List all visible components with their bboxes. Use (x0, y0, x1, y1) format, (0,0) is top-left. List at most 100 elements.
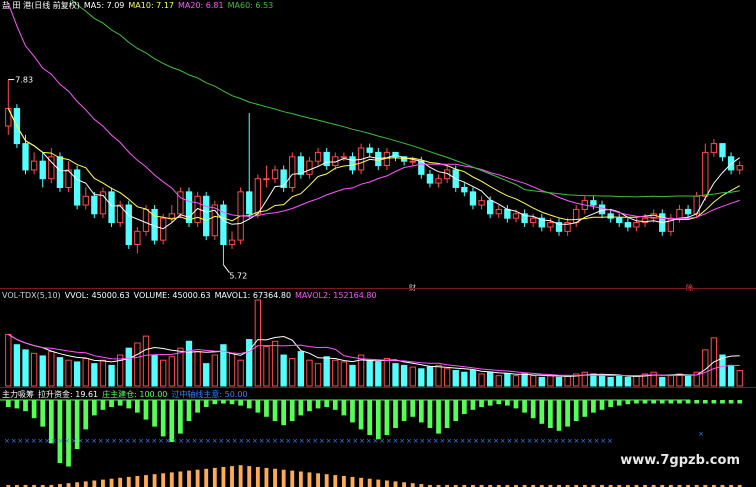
volume-bar (194, 351, 201, 387)
marker-cross: × (292, 437, 298, 445)
marker-cross: × (312, 437, 318, 445)
marker-cross: × (466, 437, 472, 445)
candle-body (547, 222, 554, 228)
candle-body (263, 178, 270, 181)
volume-bar (469, 370, 477, 387)
ma60-value: MA60: 6.53 (227, 1, 274, 10)
volume-bar (30, 352, 38, 387)
stock-chart-window[interactable]: 7.835.72财除××××××××××××××××××××××××××××××… (0, 0, 756, 487)
ma10-line (7, 108, 740, 222)
candle-body (185, 191, 193, 224)
marker-cross: × (185, 437, 191, 445)
volume-bar (366, 359, 373, 387)
candle-body (340, 156, 348, 159)
marker-cross: × (198, 437, 204, 445)
ma20-value: MA20: 6.81 (178, 1, 224, 10)
candle-body (30, 160, 38, 171)
volume-bar (478, 373, 485, 387)
volume-bar (392, 363, 399, 387)
marker-cross: × (553, 437, 559, 445)
volume-bar (624, 376, 632, 387)
marker-cross: × (352, 437, 358, 445)
marker-cross: × (192, 437, 198, 445)
marker-cross: × (326, 437, 332, 445)
volume-bar (56, 357, 64, 387)
marker-cross: × (125, 437, 131, 445)
volume-bar (280, 354, 287, 387)
volume-bar (547, 375, 554, 387)
marker-cross: × (252, 437, 258, 445)
candle-body (73, 169, 81, 206)
marker-cross: × (151, 437, 157, 445)
volume-bar (435, 364, 442, 387)
volume-bar (581, 371, 588, 387)
volume-bar (22, 349, 29, 387)
volume-bar (443, 368, 451, 387)
marker-cross: × (299, 437, 305, 445)
volume-bar (736, 370, 743, 387)
volume-bar (633, 375, 640, 387)
vol-indicator-name: VOL-TDX(5,10) (2, 291, 61, 300)
chart-canvas[interactable]: 7.835.72财除××××××××××××××××××××××××××××××… (0, 0, 756, 487)
volume-bar (332, 359, 339, 387)
candle-body (684, 208, 692, 215)
volume-bar (39, 355, 46, 387)
volume-bar (168, 356, 175, 387)
marker-cross: × (332, 437, 338, 445)
marker-cross: × (346, 437, 352, 445)
ma10-value: MA10: 7.17 (128, 1, 174, 10)
marker-cross: × (426, 437, 432, 445)
high-price-label: 7.83 (15, 76, 33, 85)
marker-cross: × (500, 437, 506, 445)
marker-cross: × (433, 437, 439, 445)
marker-cross: × (373, 437, 379, 445)
marker-cross: × (64, 437, 70, 445)
candle-body (349, 156, 356, 171)
marker-cross: × (51, 437, 57, 445)
marker-cross: × (520, 437, 526, 445)
volume-bar (409, 366, 416, 387)
candle-body (125, 204, 132, 246)
marker-cross: × (158, 437, 164, 445)
candle-body (306, 160, 313, 175)
candle-body (314, 151, 322, 162)
marker-cross: × (594, 437, 600, 445)
volume-bar (254, 299, 262, 387)
low-price-label: 5.72 (229, 272, 247, 281)
volume-bar (684, 375, 692, 387)
volume-bar (375, 361, 382, 387)
marker-cross: × (446, 437, 452, 445)
volume-bar (297, 351, 305, 387)
volume-bar (418, 368, 425, 387)
volume-bar (340, 361, 348, 387)
marker-cross: × (533, 437, 539, 445)
marker-cross: × (91, 437, 97, 445)
marker-cross: × (44, 437, 50, 445)
volume-bar (185, 340, 193, 387)
candle-body (5, 108, 12, 127)
volume-bar (495, 375, 502, 387)
marker-cross: × (527, 437, 533, 445)
candle-body (461, 186, 468, 193)
mavol2-value: MAVOL2: 152164.80 (295, 291, 377, 300)
marker-cross: × (78, 437, 84, 445)
volume-bar (13, 344, 21, 387)
volume-bar (271, 340, 279, 387)
marker-cross: × (105, 437, 111, 445)
volume-bar (452, 370, 459, 387)
marker-cross: × (359, 437, 365, 445)
volume-bar (512, 375, 520, 387)
watermark: www.7gpzb.com (620, 453, 740, 468)
marker-cross: × (507, 437, 513, 445)
marker-cross: × (232, 437, 238, 445)
marker-cross: × (339, 437, 345, 445)
marker-cross: × (165, 437, 171, 445)
marker-cross: × (172, 437, 178, 445)
candle-body (39, 160, 46, 180)
volume-bar (383, 357, 391, 387)
axis-line-value: 过中轴线主意: 50.00 (171, 390, 248, 399)
volume-bar (108, 364, 115, 387)
marker-cross: × (393, 437, 399, 445)
candle-body (590, 200, 597, 206)
candle-body (573, 208, 580, 224)
